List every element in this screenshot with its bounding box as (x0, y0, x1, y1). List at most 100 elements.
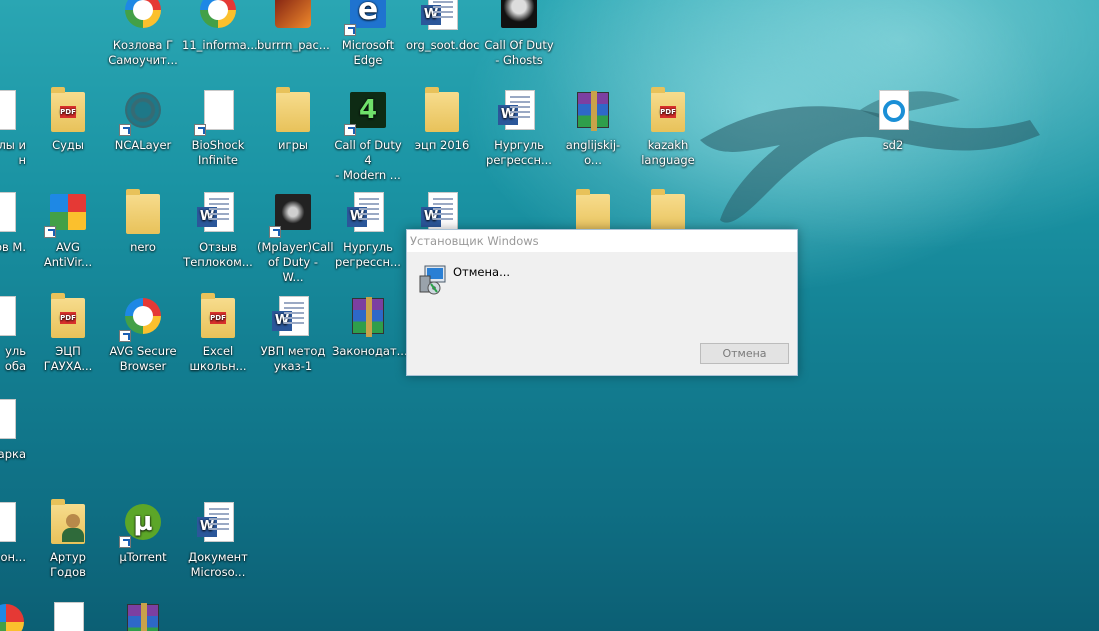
desktop-icon-label: burrrn_pac... (257, 38, 330, 52)
desktop-icon-label: он... (0, 550, 26, 564)
avg-browser-icon (119, 294, 167, 342)
document-icon (0, 397, 24, 445)
shortcut-arrow-icon (269, 226, 281, 238)
desktop-icon-edge[interactable]: e Microsoft Edge (332, 0, 404, 68)
desktop-icon-label: Microsoft Edge (341, 38, 395, 67)
desktop-icon-label: sd2 (882, 138, 904, 152)
desktop-icon-burrrn[interactable]: burrrn_pac... (257, 0, 330, 53)
desktop-icon-cod4[interactable]: 4 Call of Duty 4 - Modern ... (332, 88, 404, 183)
desktop-icon-label: ов М. (0, 240, 26, 254)
desktop-icon-11-informa[interactable]: 11_informa... (182, 0, 258, 53)
desktop-icon-label: Артур Годов (50, 550, 86, 579)
desktop-icon-sudy[interactable]: PDF Суды (32, 87, 104, 153)
desktop-icon-nurgul-1[interactable]: Нургуль регрессн... (483, 88, 555, 168)
desktop-icon-label: kazakh language (641, 138, 695, 167)
desktop-icon-label: арка (0, 447, 26, 461)
desktop-icon-bioshock[interactable]: BioShock Infinite (182, 88, 254, 168)
shortcut-arrow-icon (194, 124, 206, 136)
word-document-icon (418, 0, 466, 36)
desktop-icon-label: org_soot.doc (406, 38, 480, 52)
avg-antivirus-icon (44, 190, 92, 238)
cancel-button[interactable]: Отмена (700, 343, 789, 364)
desktop-icon-partial-7[interactable] (32, 600, 104, 631)
folder-pdf-icon: PDF (194, 293, 242, 342)
desktop-icon-label: ЭЦП ГАУХА... (43, 344, 93, 373)
desktop-icon-label: Отзыв Тепл­ок­ом... (183, 240, 253, 269)
desktop-icon-label: Call Of Duty - Ghosts (484, 38, 554, 67)
desktop-icon-avg-secure[interactable]: AVG Secure Browser (107, 294, 179, 374)
desktop-icon-uvp[interactable]: УВП метод указ-1 (257, 294, 329, 374)
word-document-icon (495, 88, 543, 136)
folder-icon (418, 87, 466, 136)
desktop-icon-label: nero (130, 240, 156, 254)
game-icon (495, 0, 543, 36)
shortcut-arrow-icon (119, 124, 131, 136)
desktop-icon-label: Нургуль регрессн... (335, 240, 401, 269)
desktop-icon-label: Call of Duty 4 - Modern ... (334, 138, 402, 182)
desktop-icon-label: 11_informa... (182, 38, 258, 52)
desktop-icon-label: anglijskij-o... (565, 138, 621, 167)
desktop-icon-label: уль оба (4, 344, 26, 373)
desktop-icon-org-soot[interactable]: org_soot.doc (406, 0, 480, 53)
folder-pdf-icon: PDF (644, 87, 692, 136)
desktop-icon-label: Козлова Г Самоучит... (108, 38, 178, 67)
shortcut-arrow-icon (344, 124, 356, 136)
desktop-icon-label: AVG Secure Browser (109, 344, 177, 373)
shortcut-arrow-icon (344, 24, 356, 36)
desktop-icon-mplayer-cod[interactable]: (Mplayer)Call of Duty - W... (257, 190, 334, 285)
word-document-icon (269, 294, 317, 342)
desktop-icon-anglijskij[interactable]: anglijskij-o... (557, 88, 629, 168)
desktop-icon-label: BioShock Infinite (191, 138, 245, 167)
avg-browser-icon (119, 0, 167, 36)
desktop-icon-partial-3[interactable]: уль оба (0, 294, 36, 374)
edge-icon: e (344, 0, 392, 36)
desktop-icon-dokument[interactable]: Документ Microso... (182, 500, 254, 580)
desktop-icon-label: Законодат... (332, 344, 408, 358)
desktop-icon-label: NCALayer (114, 138, 172, 152)
game-icon (269, 0, 317, 36)
shortcut-arrow-icon (119, 330, 131, 342)
word-document-icon (194, 190, 242, 238)
desktop-icon-ecp-gauha[interactable]: PDF ЭЦП ГАУХА... (32, 293, 104, 374)
desktop-icon-kozlova[interactable]: Козлова Г Самоучит... (107, 0, 179, 68)
desktop-icon-otzyv[interactable]: Отзыв Тепл­ок­ом... (182, 190, 254, 270)
avg-browser-icon (194, 0, 242, 36)
blank-file-icon (194, 88, 242, 136)
folder-pdf-icon: PDF (44, 87, 92, 136)
winrar-archive-icon (569, 88, 617, 136)
document-icon (0, 88, 24, 136)
desktop-icon-partial-2[interactable]: ов М. (0, 190, 36, 255)
desktop-icon-zakonodat[interactable]: Законодат... (332, 294, 408, 359)
game-icon (269, 190, 317, 238)
sd2-file-icon (869, 88, 917, 136)
desktop-icon-label: (Mplayer)Call of Duty - W... (257, 240, 334, 284)
desktop-icon-sd2[interactable]: sd2 (857, 88, 929, 153)
folder-pdf-icon: PDF (44, 293, 92, 342)
desktop-icon-label: Excel школьн... (189, 344, 247, 373)
desktop-icon-utorrent[interactable]: µ µTorrent (107, 500, 179, 565)
desktop-icon-artur-godov[interactable]: Артур Годов (32, 499, 104, 580)
word-document-icon (194, 500, 242, 548)
word-document-icon (344, 190, 392, 238)
document-icon (0, 190, 24, 238)
desktop-icon-partial-8[interactable] (107, 600, 179, 631)
desktop-icon-nero[interactable]: nero (107, 189, 179, 255)
desktop-icon-nurgul-2[interactable]: Нургуль регрессн... (332, 190, 404, 270)
shortcut-arrow-icon (119, 536, 131, 548)
desktop-icon-partial-1[interactable]: лы и н (0, 88, 36, 168)
desktop-icon-cod-ghosts[interactable]: Call Of Duty - Ghosts (483, 0, 555, 68)
winrar-archive-icon (344, 294, 392, 342)
desktop-icon-excel-shkol[interactable]: PDF Excel школьн... (182, 293, 254, 374)
desktop-icon-label: AVG AntiVir... (43, 240, 93, 269)
desktop-icon-avg-antivirus[interactable]: AVG AntiVir... (32, 190, 104, 270)
desktop-icon-label: Нургуль регрессн... (486, 138, 552, 167)
desktop-icon-kazakh[interactable]: PDF kazakh language (632, 87, 704, 168)
desktop-icon-igry[interactable]: игры (257, 87, 329, 153)
user-folder-icon (44, 499, 92, 548)
desktop-icon-label: Документ Microso... (188, 550, 248, 579)
desktop-icon-partial-4[interactable]: арка (0, 397, 36, 462)
desktop-icon-partial-5[interactable]: он... (0, 500, 36, 565)
document-icon (0, 294, 24, 342)
desktop-icon-ncalayer[interactable]: NCALayer (107, 88, 179, 153)
desktop-icon-ecp2016[interactable]: эцп 2016 (406, 87, 478, 153)
